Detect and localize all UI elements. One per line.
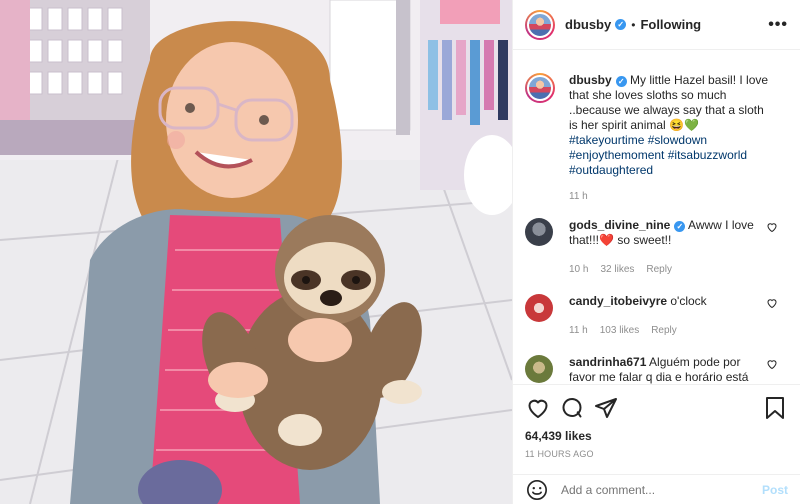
author-username[interactable]: dbusby [565, 17, 611, 32]
post-button[interactable]: Post [762, 483, 788, 497]
smiley-icon[interactable] [525, 478, 549, 502]
header-separator: • [631, 17, 636, 32]
comment-item: sandrinha671 Alguém pode por favor me fa… [525, 355, 788, 384]
post-header: dbusby ✓ • Following ••• [513, 0, 800, 50]
comment-item: gods_divine_nine ✓ Awww I love that!!!❤️ … [525, 218, 788, 275]
small-heart-icon[interactable] [766, 297, 778, 309]
caption-text: dbusby ✓ My little Hazel basil! I love th… [569, 73, 769, 178]
comment-likes[interactable]: 103 likes [600, 325, 639, 336]
caption-time: 11 h [569, 191, 588, 202]
photo-illustration [0, 0, 512, 504]
comment-time: 11 h [569, 325, 588, 336]
comment-item: candy_itobeivyre o'clock 11 h 103 likes Re… [525, 294, 788, 336]
comment-text: candy_itobeivyre o'clock [569, 294, 755, 309]
paper-plane-icon[interactable] [593, 395, 619, 421]
hashtag-link[interactable]: #outdaughtered [569, 163, 653, 177]
commenter-username[interactable]: candy_itobeivyre [569, 294, 667, 308]
comment-body-tail: so sweet!! [613, 233, 672, 247]
comment-time: 10 h [569, 264, 589, 275]
commenter-avatar[interactable] [525, 355, 553, 383]
like-count[interactable]: 64,439 likes [525, 429, 788, 443]
more-options-icon[interactable]: ••• [768, 16, 788, 34]
reply-button[interactable]: Reply [651, 325, 677, 336]
comment-emoji: ❤️ [599, 233, 614, 247]
small-heart-icon[interactable] [766, 221, 778, 233]
comment-body: o'clock [667, 294, 707, 308]
comment-composer: Post [513, 474, 800, 504]
commenter-avatar[interactable] [525, 218, 553, 246]
post-timestamp: 11 HOURS AGO [525, 449, 594, 459]
hashtag-link[interactable]: #slowdown [648, 133, 707, 147]
comments-feed[interactable]: dbusby ✓ My little Hazel basil! I love th… [513, 51, 800, 384]
post-actions: 64,439 likes 11 HOURS AGO [513, 384, 800, 459]
following-button[interactable]: Following [640, 17, 701, 32]
commenter-username[interactable]: gods_divine_nine [569, 218, 670, 232]
verified-badge-icon: ✓ [615, 19, 627, 30]
author-avatar[interactable] [525, 9, 555, 40]
action-icons [525, 395, 788, 421]
verified-badge-icon: ✓ [615, 76, 627, 87]
heart-icon[interactable] [525, 395, 551, 421]
comment-text: sandrinha671 Alguém pode por favor me fa… [569, 355, 755, 384]
commenter-avatar[interactable] [525, 294, 553, 322]
hashtag-link[interactable]: #enjoythemoment [569, 148, 664, 162]
post-side-panel: dbusby ✓ • Following ••• dbusby ✓ My litt… [512, 0, 800, 504]
comment-icon[interactable] [559, 395, 585, 421]
small-heart-icon[interactable] [766, 358, 778, 370]
commenter-username[interactable]: sandrinha671 [569, 355, 646, 369]
caption-username[interactable]: dbusby [569, 73, 612, 87]
caption: dbusby ✓ My little Hazel basil! I love th… [525, 51, 788, 178]
comment-likes[interactable]: 32 likes [600, 264, 634, 275]
caption-avatar[interactable] [525, 73, 555, 103]
reply-button[interactable]: Reply [646, 264, 672, 275]
bookmark-icon[interactable] [762, 395, 788, 421]
comment-input[interactable] [561, 482, 762, 497]
comment-meta: 10 h 32 likes Reply [569, 264, 755, 275]
hashtag-link[interactable]: #itsabuzzworld [668, 148, 747, 162]
caption-emoji: 😆💚 [669, 118, 699, 132]
comment-meta: 11 h 103 likes Reply [569, 325, 755, 336]
post-viewer: dbusby ✓ • Following ••• dbusby ✓ My litt… [0, 0, 800, 504]
hashtag-link[interactable]: #takeyourtime [569, 133, 644, 147]
post-photo[interactable] [0, 0, 512, 504]
verified-badge-icon: ✓ [674, 221, 686, 232]
comment-text: gods_divine_nine ✓ Awww I love that!!!❤️ … [569, 218, 755, 248]
